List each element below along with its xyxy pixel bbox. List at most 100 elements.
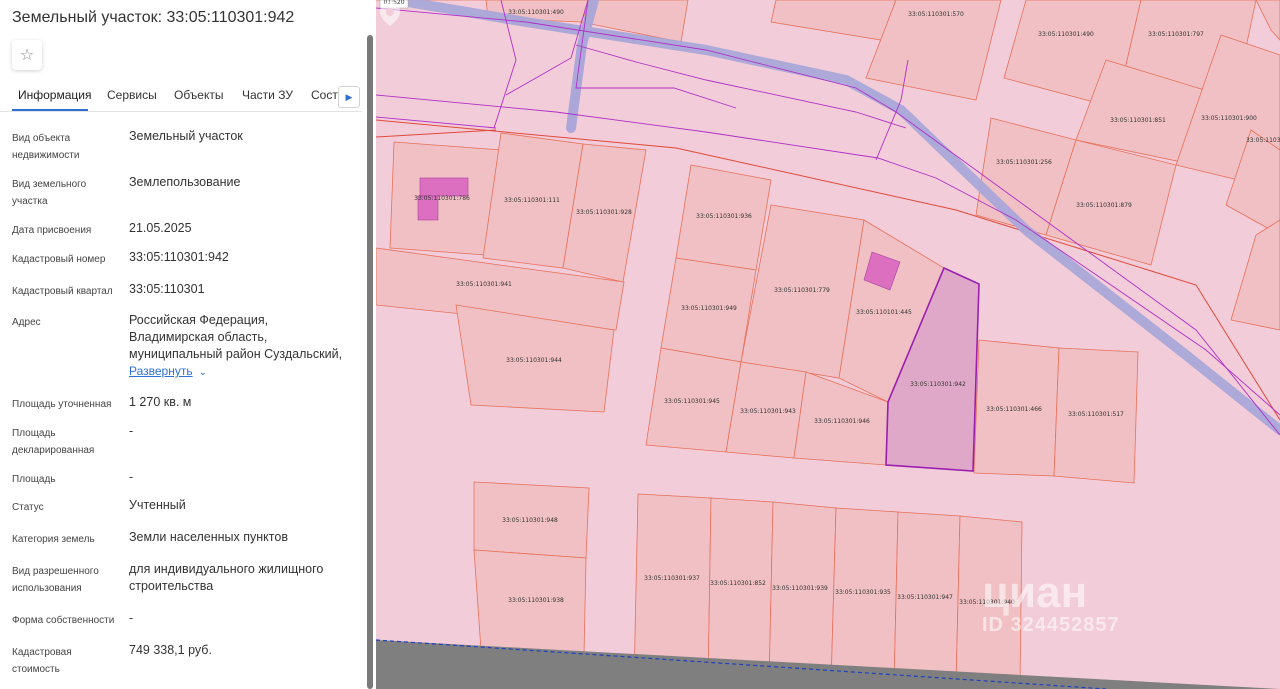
parcel-number-label: 33:05:110301:900 [1201,115,1257,122]
page-title: Земельный участок: 33:05:110301:942 [12,9,295,26]
tab-scroll-button[interactable]: ▶ [338,86,360,108]
field-label: Адрес [12,314,122,331]
parcel-number-label: 33:05:110301:942 [910,381,966,388]
parcel-number-label: 33:05:110301:941 [456,281,512,288]
parcel-number-label: 33:05:110301:797 [1148,31,1204,38]
field-value-line: 1 270 кв. м [129,395,192,409]
parcel-number-label: 33:05:110301:943 [740,408,796,415]
field-value-line: Владимирская область, [129,330,268,344]
field-label: Форма собственности [12,612,122,629]
cadastral-map[interactable]: 01:52033:05:110301:49033:05:110301:57033… [376,0,1280,689]
parcel-number-label: 33:05:110301:786 [414,195,470,202]
parcel-number-label: 33:05:110301:935 [835,589,891,596]
field-value-line: Земли населенных пунктов [129,530,288,544]
panel-scrollbar[interactable] [367,35,373,689]
field-label-line: декларированная [12,445,95,456]
parcel-number-label: 33:05:110301:111 [504,197,560,204]
parcel-number-label: 33:05:110301:937 [644,575,700,582]
field-value-line: - [129,611,134,625]
field-label-line: Площадь уточненная [12,399,112,410]
chevron-down-icon: ⌄ [198,367,207,378]
field-label-line: использования [12,583,82,594]
field-label: Статус [12,499,122,516]
field-label-line: Статус [12,502,44,513]
field-value: - [129,423,359,440]
chevron-right-icon: ▶ [345,91,353,102]
field-value: Учтенный [129,497,359,514]
tab-bar: Информация Сервисы Объекты Части ЗУ Сост… [0,82,362,112]
watermark-logo: циан [982,568,1088,617]
field-value: для индивидуального жилищного строительст… [129,561,359,595]
field-label: Площадь декларированная [12,425,122,459]
field-label: Кадастровый номер [12,251,122,268]
field-label-line: Адрес [12,317,41,328]
field-label: Кадастровая стоимость [12,644,122,678]
field-label-line: Кадастровый квартал [12,286,113,297]
parcel-number-label: 33:05:110301:945 [664,398,720,405]
parcel-number-label: 33:05:110301:851 [1110,117,1166,124]
parcel-number-label: 33:05:110301:879 [1076,202,1132,209]
field-value-line: 33:05:110301 [129,282,205,296]
parcel [770,0,897,41]
field-value: Землепользование [129,174,359,191]
field-label-line: Площадь [12,428,56,439]
field-label-line: недвижимости [12,150,80,161]
field-label-line: Категория земель [12,534,95,545]
parcel [1230,219,1280,331]
road-line [376,116,497,129]
field-value: Российская Федерация, Владимирская област… [129,312,359,381]
field-label: Дата присвоения [12,222,122,239]
parcel-number-label: 33:05:110301:944 [506,357,562,364]
parcel-number-label: 33:05:110301:928 [576,209,632,216]
parcel [768,501,837,686]
map-canvas[interactable]: 01:52033:05:110301:49033:05:110301:57033… [376,0,1280,689]
field-label-line: Дата присвоения [12,225,92,236]
tab-services[interactable]: Сервисы [107,88,157,102]
star-icon: ☆ [19,47,35,64]
parcel-number-label: 33:05:110301:779 [774,287,830,294]
building [419,177,469,197]
tab-parts[interactable]: Части ЗУ [242,88,293,102]
boundary-line [376,129,497,138]
parcel-number-label: 33:05:110301:256 [996,159,1052,166]
field-label-line: участка [12,196,48,207]
field-label-line: стоимость [12,664,60,675]
field-value-line: - [129,424,134,438]
field-label-line: Кадастровая [12,647,72,658]
parcel-number-label: 33:05:110301:946 [814,418,870,425]
field-value-line: Землепользование [129,175,241,189]
field-value-line: Земельный участок [129,129,243,143]
field-value-line: 749 338,1 руб. [129,643,212,657]
tab-objects[interactable]: Объекты [174,88,224,102]
field-label-line: Вид объекта [12,133,71,144]
parcel-number-label: 33:05:110301:948 [502,517,558,524]
field-value-line: - [129,470,134,484]
field-label-line: Кадастровый номер [12,254,106,265]
field-label-line: Вид земельного [12,179,87,190]
expand-link[interactable]: Развернуть [129,364,193,378]
field-value: - [129,610,359,627]
field-value: 749 338,1 руб. [129,642,359,659]
location-pin-icon [380,2,400,26]
field-value: 1 270 кв. м [129,394,359,411]
field-value-line: 21.05.2025 [129,221,192,235]
parcel-number-label: 33:05:110301:949 [681,305,737,312]
favorite-button[interactable]: ☆ [12,40,42,70]
parcel-number-label: 33:05:110301:570 [908,11,964,18]
field-value: 21.05.2025 [129,220,359,237]
tab-information[interactable]: Информация [18,88,91,102]
parcel-number-label: 33:05:110301:517 [1068,411,1124,418]
watermark-id: ID 324452857 [982,614,1120,636]
parcel-number-label: 33:05:110301:490 [508,9,564,16]
parcel-number-label: 33:05:110301:466 [986,406,1042,413]
field-value: 33:05:110301:942 [129,249,359,266]
expand-address[interactable]: Развернуть ⌄ [129,363,359,381]
field-label: Площадь [12,471,122,488]
field-label: Категория земель [12,531,122,548]
field-label: Вид объекта недвижимости [12,130,122,164]
field-value-line: для индивидуального жилищного [129,562,324,576]
field-label: Кадастровый квартал [12,283,122,300]
parcel [707,497,774,686]
field-value: Земли населенных пунктов [129,529,359,546]
parcel-number-label: 33:05:110301:1 [1246,137,1280,144]
